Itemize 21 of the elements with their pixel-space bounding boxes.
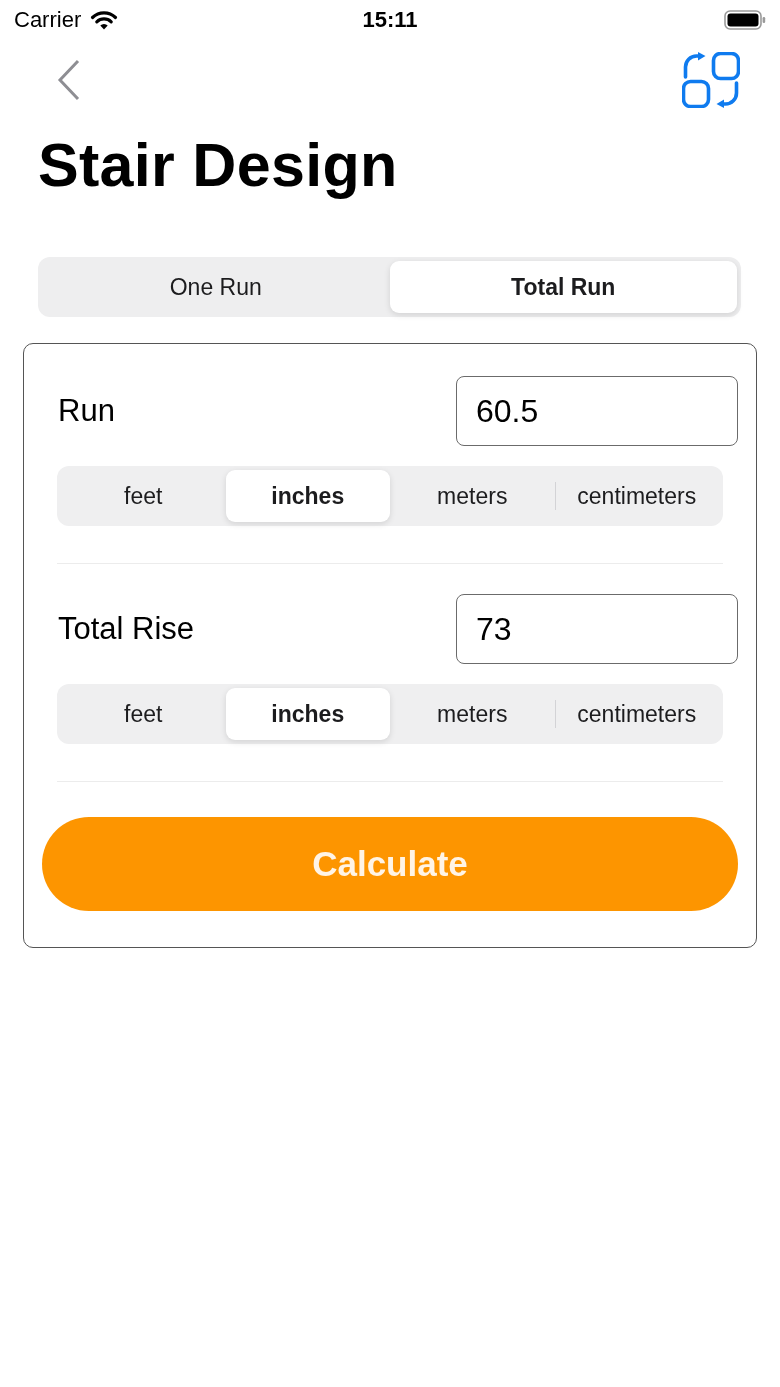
unit-segment[interactable]: centimeters bbox=[554, 688, 719, 740]
field-label: Run bbox=[58, 393, 115, 429]
carrier-label: Carrier bbox=[14, 7, 82, 33]
unit-segment[interactable]: meters bbox=[390, 470, 555, 522]
battery-icon bbox=[724, 10, 766, 30]
time-label: 15:11 bbox=[362, 7, 418, 33]
page-title: Stair Design bbox=[38, 130, 399, 201]
field-label: Total Rise bbox=[58, 611, 195, 647]
mode-tab[interactable]: One Run bbox=[42, 261, 390, 313]
unit-segment[interactable]: feet bbox=[61, 688, 226, 740]
chevron-left-icon[interactable] bbox=[57, 59, 81, 101]
unit-segment[interactable]: meters bbox=[390, 688, 555, 740]
number-input[interactable]: 60.5 bbox=[456, 376, 738, 446]
squares-arrows-icon[interactable] bbox=[682, 52, 740, 108]
unit-segment[interactable]: inches bbox=[225, 688, 390, 740]
wifi-icon bbox=[90, 10, 119, 30]
unit-segment[interactable]: feet bbox=[61, 470, 226, 522]
unit-segment[interactable]: centimeters bbox=[554, 470, 719, 522]
number-input[interactable]: 73 bbox=[456, 594, 738, 664]
unit-segment[interactable]: inches bbox=[225, 470, 390, 522]
mode-tab[interactable]: Total Run bbox=[389, 261, 737, 313]
